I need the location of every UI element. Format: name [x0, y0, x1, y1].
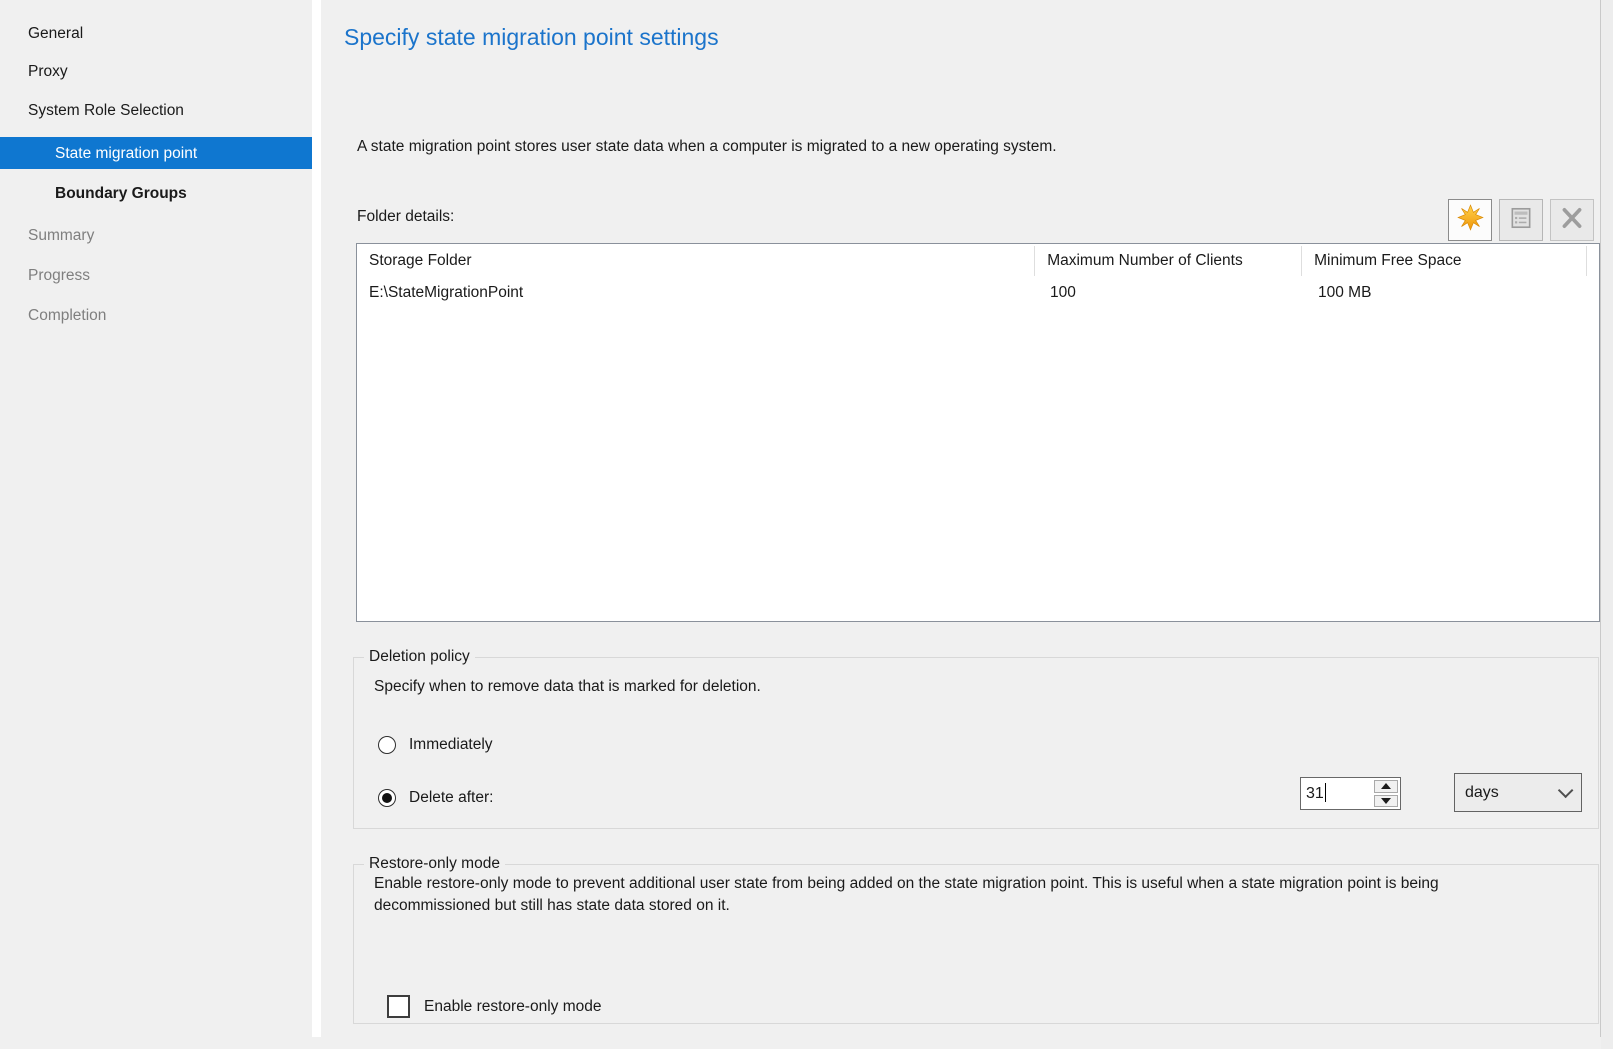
page-description: A state migration point stores user stat… [357, 138, 1057, 156]
unit-selected-value: days [1465, 784, 1499, 802]
wizard-page: General Proxy System Role Selection Stat… [0, 0, 1613, 1049]
right-margin [1601, 0, 1613, 1049]
text-cursor [1325, 783, 1326, 802]
enable-restore-only-label[interactable]: Enable restore-only mode [424, 998, 602, 1016]
sidebar-item-progress: Progress [0, 266, 312, 285]
column-header-storage-folder[interactable]: Storage Folder [357, 246, 1035, 276]
wizard-step-sidebar: General Proxy System Role Selection Stat… [0, 0, 312, 1037]
column-header-max-clients[interactable]: Maximum Number of Clients [1035, 246, 1302, 276]
cell-max-clients: 100 [1038, 284, 1306, 302]
radio-delete-after[interactable]: Delete after: [378, 789, 493, 807]
delete-x-icon [1559, 205, 1585, 236]
delete-after-unit-select[interactable]: days [1454, 773, 1582, 812]
restore-only-legend: Restore-only mode [364, 855, 505, 873]
new-folder-button[interactable] [1448, 199, 1492, 241]
sidebar-item-state-migration-point[interactable]: State migration point [0, 137, 312, 169]
properties-icon [1508, 205, 1534, 236]
table-row[interactable]: E:\StateMigrationPoint 100 100 MB [357, 278, 1599, 308]
table-header-row: Storage Folder Maximum Number of Clients… [357, 244, 1599, 278]
sidebar-item-completion: Completion [0, 306, 312, 325]
column-header-min-free-space[interactable]: Minimum Free Space [1302, 246, 1587, 276]
delete-button [1550, 199, 1594, 241]
sidebar-item-summary: Summary [0, 226, 312, 245]
up-arrow-icon [1381, 783, 1391, 789]
starburst-new-icon [1457, 204, 1484, 236]
radio-immediately[interactable]: Immediately [378, 736, 493, 754]
radio-delete-after-circle[interactable] [378, 789, 396, 807]
radio-immediately-label[interactable]: Immediately [409, 736, 493, 754]
restore-only-description: Enable restore-only mode to prevent addi… [374, 873, 1539, 917]
properties-button [1499, 199, 1543, 241]
delete-after-days-value[interactable]: 31 [1301, 778, 1372, 809]
cell-min-free-space: 100 MB [1306, 284, 1592, 302]
delete-after-days-spinner[interactable]: 31 [1300, 777, 1401, 810]
folder-details-table: Storage Folder Maximum Number of Clients… [356, 243, 1600, 622]
column-header-filler [1587, 246, 1599, 276]
deletion-policy-legend: Deletion policy [364, 648, 475, 666]
enable-restore-only-checkbox[interactable] [387, 995, 410, 1018]
sidebar-item-proxy[interactable]: Proxy [0, 62, 312, 81]
deletion-policy-description: Specify when to remove data that is mark… [374, 676, 761, 698]
sidebar-content-divider [312, 0, 321, 1037]
spinner-down-button[interactable] [1374, 795, 1398, 808]
radio-immediately-circle[interactable] [378, 736, 396, 754]
enable-restore-only-row[interactable]: Enable restore-only mode [387, 995, 602, 1018]
radio-delete-after-label[interactable]: Delete after: [409, 789, 493, 807]
page-title: Specify state migration point settings [344, 24, 719, 51]
sidebar-item-system-role-selection[interactable]: System Role Selection [0, 101, 312, 120]
spinner-buttons [1372, 778, 1400, 809]
sidebar-item-general[interactable]: General [0, 24, 312, 43]
down-arrow-icon [1381, 798, 1391, 804]
spinner-up-button[interactable] [1374, 780, 1398, 793]
cell-storage-folder: E:\StateMigrationPoint [357, 284, 1038, 302]
folder-details-label: Folder details: [357, 208, 454, 226]
chevron-down-icon [1558, 783, 1574, 799]
sidebar-item-boundary-groups[interactable]: Boundary Groups [0, 184, 312, 203]
folder-toolbar [1448, 199, 1594, 241]
